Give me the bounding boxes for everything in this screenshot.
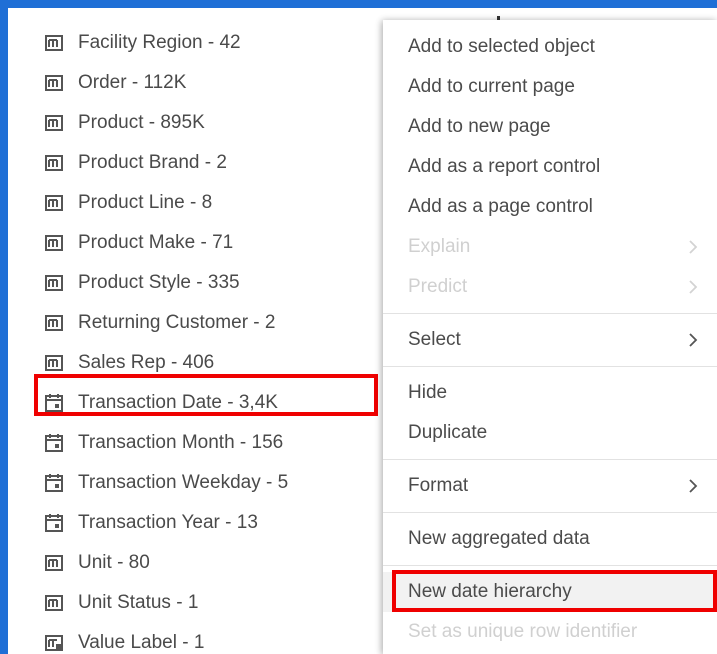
field-label: Order - 112K bbox=[78, 72, 187, 93]
category-icon bbox=[43, 112, 65, 134]
field-label: Product Style - 335 bbox=[78, 272, 240, 293]
calendar-icon bbox=[43, 392, 65, 414]
field-label: Value Label - 1 bbox=[78, 632, 205, 653]
category-icon bbox=[43, 72, 65, 94]
category-icon bbox=[43, 152, 65, 174]
chevron-right-icon bbox=[686, 476, 700, 496]
field-label: Facility Region - 42 bbox=[78, 32, 241, 53]
menu-divider bbox=[383, 565, 717, 566]
category-icon bbox=[43, 272, 65, 294]
menu-item-select[interactable]: Select bbox=[383, 320, 717, 360]
menu-item-label: Duplicate bbox=[408, 422, 488, 443]
field-row-unit[interactable]: Unit - 80 bbox=[8, 543, 150, 583]
menu-item-format[interactable]: Format bbox=[383, 466, 717, 506]
menu-item-label: New aggregated data bbox=[408, 528, 590, 549]
menu-divider bbox=[383, 313, 717, 314]
field-row-product-brand[interactable]: Product Brand - 2 bbox=[8, 143, 227, 183]
menu-item-add-to-selected-object[interactable]: Add to selected object bbox=[383, 27, 717, 67]
data-field-list: Facility Region - 42 Order - 112K Produc… bbox=[8, 8, 388, 654]
category-icon bbox=[43, 552, 65, 574]
calendar-icon bbox=[43, 472, 65, 494]
field-label: Transaction Month - 156 bbox=[78, 432, 284, 453]
chevron-right-icon bbox=[686, 277, 700, 297]
field-label: Product Line - 8 bbox=[78, 192, 213, 213]
menu-divider bbox=[383, 459, 717, 460]
field-row-transaction-year[interactable]: Transaction Year - 13 bbox=[8, 503, 258, 543]
calendar-icon bbox=[43, 512, 65, 534]
field-row-unit-status[interactable]: Unit Status - 1 bbox=[8, 583, 198, 623]
sas-visual-analytics-context-menu-screen: Facility Region - 42 Order - 112K Produc… bbox=[0, 0, 717, 654]
menu-item-new-aggregated-data[interactable]: New aggregated data bbox=[383, 519, 717, 559]
field-label: Product Make - 71 bbox=[78, 232, 234, 253]
field-row-sales-rep[interactable]: Sales Rep - 406 bbox=[8, 343, 214, 383]
menu-item-add-as-page-control[interactable]: Add as a page control bbox=[383, 187, 717, 227]
category-icon bbox=[43, 592, 65, 614]
menu-item-add-as-report-control[interactable]: Add as a report control bbox=[383, 147, 717, 187]
menu-item-label: Explain bbox=[408, 236, 471, 257]
field-label: Transaction Year - 13 bbox=[78, 512, 258, 533]
field-label: Sales Rep - 406 bbox=[78, 352, 215, 373]
menu-item-duplicate[interactable]: Duplicate bbox=[383, 413, 717, 453]
menu-item-hide[interactable]: Hide bbox=[383, 373, 717, 413]
field-row-returning-customer[interactable]: Returning Customer - 2 bbox=[8, 303, 275, 343]
menu-item-label: Add to current page bbox=[408, 76, 575, 97]
field-label: Unit - 80 bbox=[78, 552, 150, 573]
field-label: Transaction Date - 3,4K bbox=[78, 392, 278, 413]
field-label: Product - 895K bbox=[78, 112, 205, 133]
category-icon bbox=[43, 32, 65, 54]
field-row-transaction-weekday[interactable]: Transaction Weekday - 5 bbox=[8, 463, 288, 503]
menu-item-add-to-new-page[interactable]: Add to new page bbox=[383, 107, 717, 147]
field-row-transaction-month[interactable]: Transaction Month - 156 bbox=[8, 423, 283, 463]
menu-divider bbox=[383, 512, 717, 513]
field-label: Transaction Weekday - 5 bbox=[78, 472, 289, 493]
menu-item-label: Predict bbox=[408, 276, 468, 297]
field-row-order[interactable]: Order - 112K bbox=[8, 63, 186, 103]
field-label: Returning Customer - 2 bbox=[78, 312, 276, 333]
field-row-product-make[interactable]: Product Make - 71 bbox=[8, 223, 233, 263]
chevron-right-icon bbox=[686, 237, 700, 257]
menu-item-label: Hide bbox=[408, 382, 448, 403]
category-icon bbox=[43, 232, 65, 254]
chevron-right-icon bbox=[686, 330, 700, 350]
menu-item-label: Add as a report control bbox=[408, 156, 601, 177]
menu-item-explain: Explain bbox=[383, 227, 717, 267]
field-row-value-label[interactable]: Value Label - 1 bbox=[8, 623, 204, 654]
field-row-facility-region[interactable]: Facility Region - 42 bbox=[8, 23, 241, 63]
menu-divider bbox=[383, 366, 717, 367]
category-icon bbox=[43, 352, 65, 374]
menu-item-label: Add to new page bbox=[408, 116, 551, 137]
field-label: Unit Status - 1 bbox=[78, 592, 199, 613]
menu-item-label: Add to selected object bbox=[408, 36, 595, 57]
menu-item-set-as-unique-row-identifier: Set as unique row identifier bbox=[383, 612, 717, 652]
field-row-product-style[interactable]: Product Style - 335 bbox=[8, 263, 240, 303]
category-icon bbox=[43, 192, 65, 214]
menu-item-label: New date hierarchy bbox=[408, 581, 572, 602]
calendar-icon bbox=[43, 432, 65, 454]
label-category-icon bbox=[43, 632, 65, 654]
field-row-transaction-date[interactable]: Transaction Date - 3,4K bbox=[8, 383, 278, 423]
menu-item-label: Format bbox=[408, 475, 469, 496]
field-label: Product Brand - 2 bbox=[78, 152, 227, 173]
field-row-product-line[interactable]: Product Line - 8 bbox=[8, 183, 212, 223]
menu-item-label: Set as unique row identifier bbox=[408, 621, 638, 642]
menu-item-new-date-hierarchy[interactable]: New date hierarchy bbox=[383, 572, 717, 612]
menu-item-label: Select bbox=[408, 329, 461, 350]
menu-item-label: Add as a page control bbox=[408, 196, 593, 217]
category-icon bbox=[43, 312, 65, 334]
menu-item-add-to-current-page[interactable]: Add to current page bbox=[383, 67, 717, 107]
field-row-product[interactable]: Product - 895K bbox=[8, 103, 205, 143]
context-menu: Add to selected object Add to current pa… bbox=[383, 20, 717, 654]
menu-item-predict: Predict bbox=[383, 267, 717, 307]
